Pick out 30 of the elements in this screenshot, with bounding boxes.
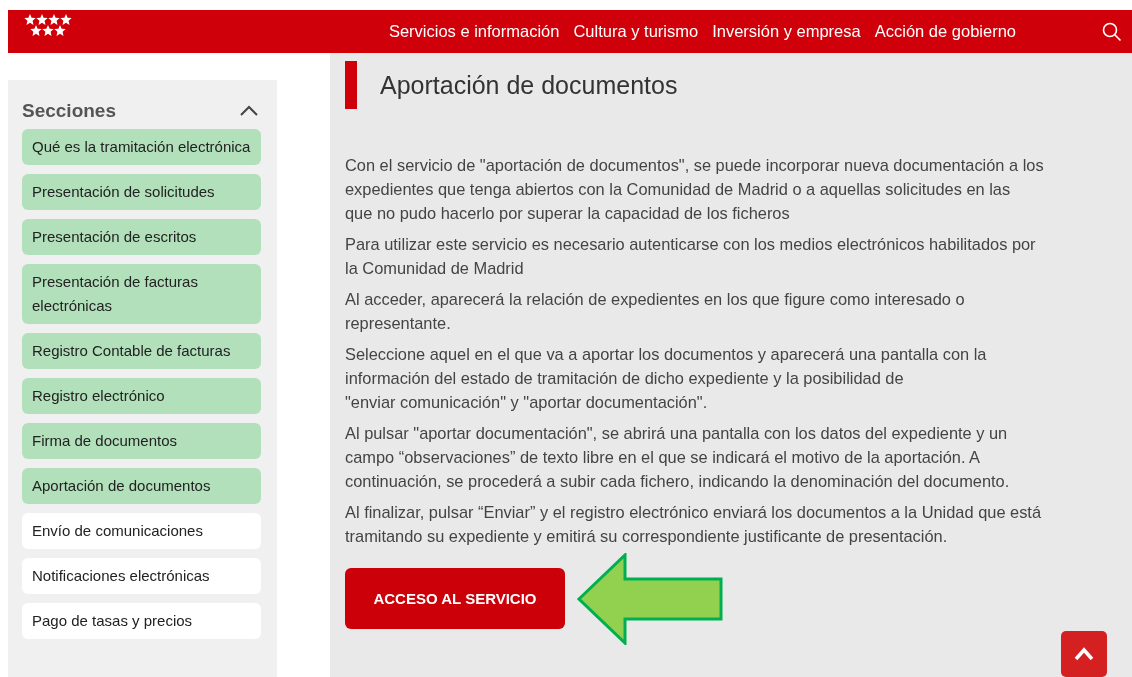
sidebar-item[interactable]: Presentación de facturas electrónicas [22, 264, 261, 324]
sidebar-item[interactable]: Registro electrónico [22, 378, 261, 414]
sidebar-item[interactable]: Aportación de documentos [22, 468, 261, 504]
chevron-up-icon [1074, 647, 1094, 661]
nav-link[interactable]: Servicios e información [388, 22, 560, 41]
sidebar-item[interactable]: Presentación de escritos [22, 219, 261, 255]
sidebar-item[interactable]: Envío de comunicaciones [22, 513, 261, 549]
nav-link[interactable]: Cultura y turismo [573, 22, 699, 41]
access-button[interactable]: ACCESO AL SERVICIO [345, 568, 565, 629]
nav-link[interactable]: Inversión y empresa [712, 22, 861, 41]
paragraph: Para utilizar este servicio es necesario autenticarse con los medios electrónicos habilitados por la Comunidad de Madrid [345, 234, 1037, 279]
paragraph: Al pulsar "aportar documentación", se abrirá una pantalla con los datos del expediente y un campo “observaciones” de texto libre en el que se indicará el motivo de la aportación. A continuación, se procederá a subir cada fichero, indicando la denominación del documento. [345, 423, 1011, 492]
scroll-top-button[interactable] [1061, 631, 1107, 677]
page-title: Aportación de documentos [380, 70, 678, 100]
paragraph: Con el servicio de "aportación de documentos", se puede incorporar nueva documentación a los expedientes que tenga abiertos con la Comunidad de Madrid o a aquellas solicitudes en las que no pudo hacerlo por superar la capacidad de los ficheros [345, 155, 1045, 224]
paragraph: Seleccione aquel en el que va a aportar los documentos y aparecerá una pantalla con la información del estado de tramitación de dicho expediente y la posibilidad de "enviar comunicación" y "aportar documentación". [345, 344, 988, 413]
sidebar-item[interactable]: Firma de documentos [22, 423, 261, 459]
arrow-icon [577, 553, 723, 645]
sidebar-item[interactable]: Notificaciones electrónicas [22, 558, 261, 594]
sidebar-item[interactable]: Presentación de solicitudes [22, 174, 261, 210]
sidebar-item[interactable]: Registro Contable de facturas [22, 333, 261, 369]
accent-bar [345, 61, 357, 109]
chevron-up-icon[interactable] [239, 105, 259, 117]
nav-link[interactable]: Acción de gobierno [874, 22, 1016, 41]
sidebar-item[interactable]: Qué es la tramitación electrónica [22, 129, 261, 165]
paragraph: Al finalizar, pulsar “Enviar” y el registro electrónico enviará los documentos a la Unidad que está tramitando su expediente y emitirá su correspondiente justificante de presentación. [345, 502, 1043, 547]
sidebar-item[interactable]: Pago de tasas y precios [22, 603, 261, 639]
search-icon[interactable] [1102, 21, 1122, 42]
sidebar-title: Secciones [22, 100, 116, 122]
paragraph: Al acceder, aparecerá la relación de expedientes en los que figure como interesado o representante. [345, 289, 966, 334]
